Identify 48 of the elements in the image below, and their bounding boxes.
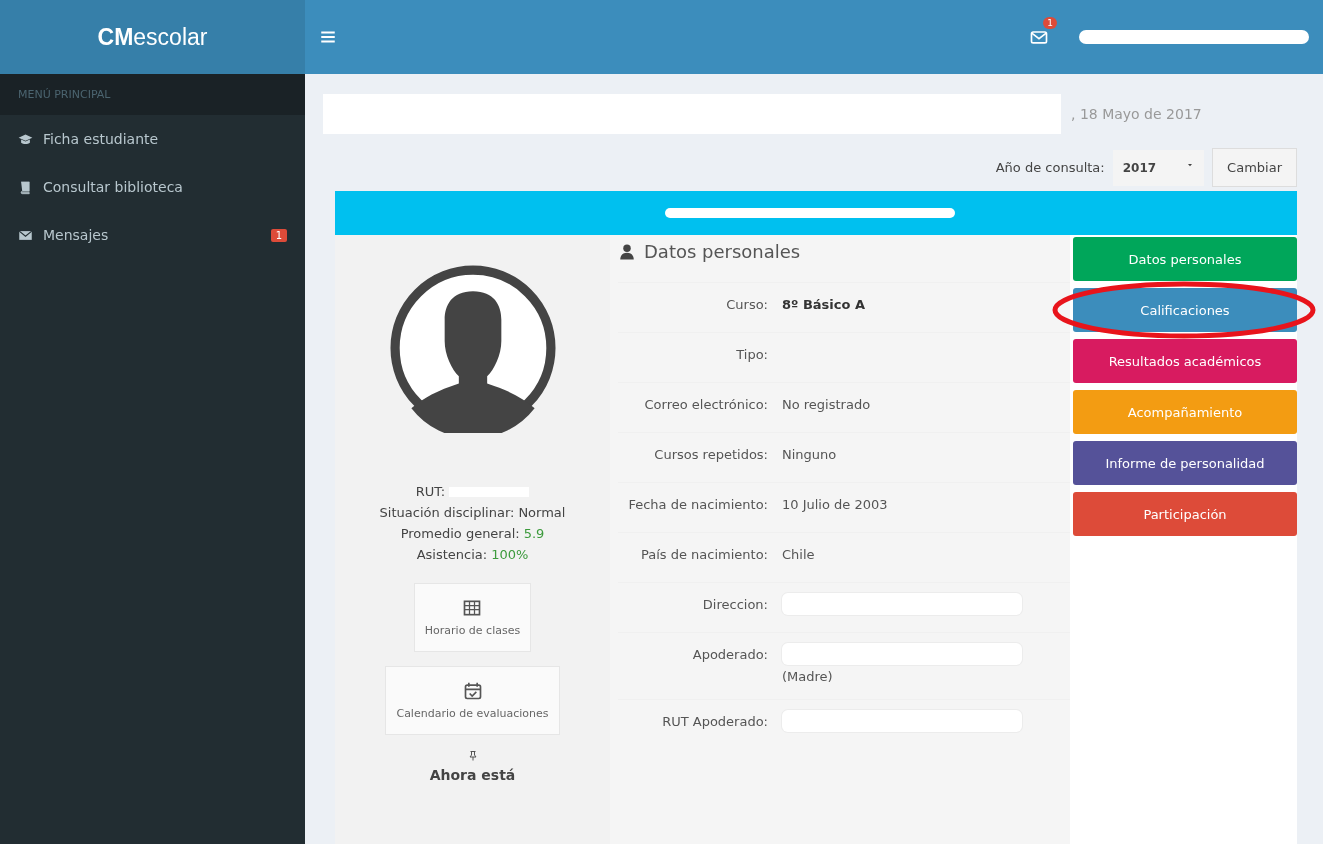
field-label: RUT Apoderado: [661, 713, 768, 731]
section-button[interactable]: Resultados académicos [1073, 339, 1297, 383]
stat-label: Asistencia: [416, 546, 488, 564]
shortcut-button[interactable]: Calendario de evaluaciones [385, 666, 560, 735]
section-button[interactable]: Informe de personalidad [1073, 441, 1297, 485]
sidebar-item[interactable]: Consultar biblioteca [0, 163, 305, 211]
field-value: 8º Básico A [782, 296, 866, 314]
avatar-silhouette-icon [387, 263, 558, 433]
field-label: Fecha de nacimiento: [627, 496, 768, 514]
book-icon [18, 179, 33, 195]
section-button[interactable]: Datos personales [1073, 237, 1297, 281]
stat-value: 100% [491, 546, 529, 564]
field-label: Correo electrónico: [643, 396, 768, 414]
shortcut-button[interactable]: Horario de clases [413, 583, 532, 652]
status-title: Ahora está [429, 767, 516, 783]
field-label: Tipo: [735, 346, 768, 364]
field-value: No registrado [782, 396, 872, 414]
notification-badge: 1 [1043, 17, 1057, 29]
year-select[interactable]: 2017 [1112, 149, 1205, 186]
table-icon [462, 598, 483, 618]
field-value: (Madre) [782, 668, 834, 686]
sidebar-item[interactable]: Mensajes 1 [0, 211, 305, 259]
user-icon [618, 242, 636, 261]
section-button[interactable]: Participación [1073, 492, 1297, 536]
sidebar-item[interactable]: Ficha estudiante [0, 115, 305, 163]
stat-label: Situación disciplinar: [379, 504, 515, 522]
app-logo: CMescolar [0, 0, 305, 74]
field-label: Apoderado: [691, 646, 768, 664]
stat-value: 5.9 [523, 525, 545, 543]
pin-icon [466, 749, 479, 763]
stat-label: Promedio general: [400, 525, 520, 543]
date-text: , 18 Mayo de 2017 [1071, 106, 1202, 122]
stat-value: Normal [518, 504, 566, 522]
field-value: 10 Julio de 2003 [782, 496, 889, 514]
section-title: Datos personales [644, 241, 801, 262]
field-value: Chile [782, 546, 816, 564]
count-badge: 1 [270, 228, 287, 242]
stat-label: RUT: [415, 483, 446, 501]
change-button[interactable]: Cambiar [1212, 148, 1297, 187]
field-label: Direccion: [701, 596, 768, 614]
menu-heading: MENÚ PRINCIPAL [0, 74, 305, 115]
field-label: Cursos repetidos: [653, 446, 768, 464]
section-button[interactable]: Calificaciones [1073, 288, 1297, 332]
field-label: País de nacimiento: [639, 546, 768, 564]
field-value: Ninguno [782, 446, 838, 464]
calendar-check-icon [462, 681, 483, 701]
field-label: Curso: [725, 296, 768, 314]
year-label: Año de consulta: [995, 160, 1105, 175]
